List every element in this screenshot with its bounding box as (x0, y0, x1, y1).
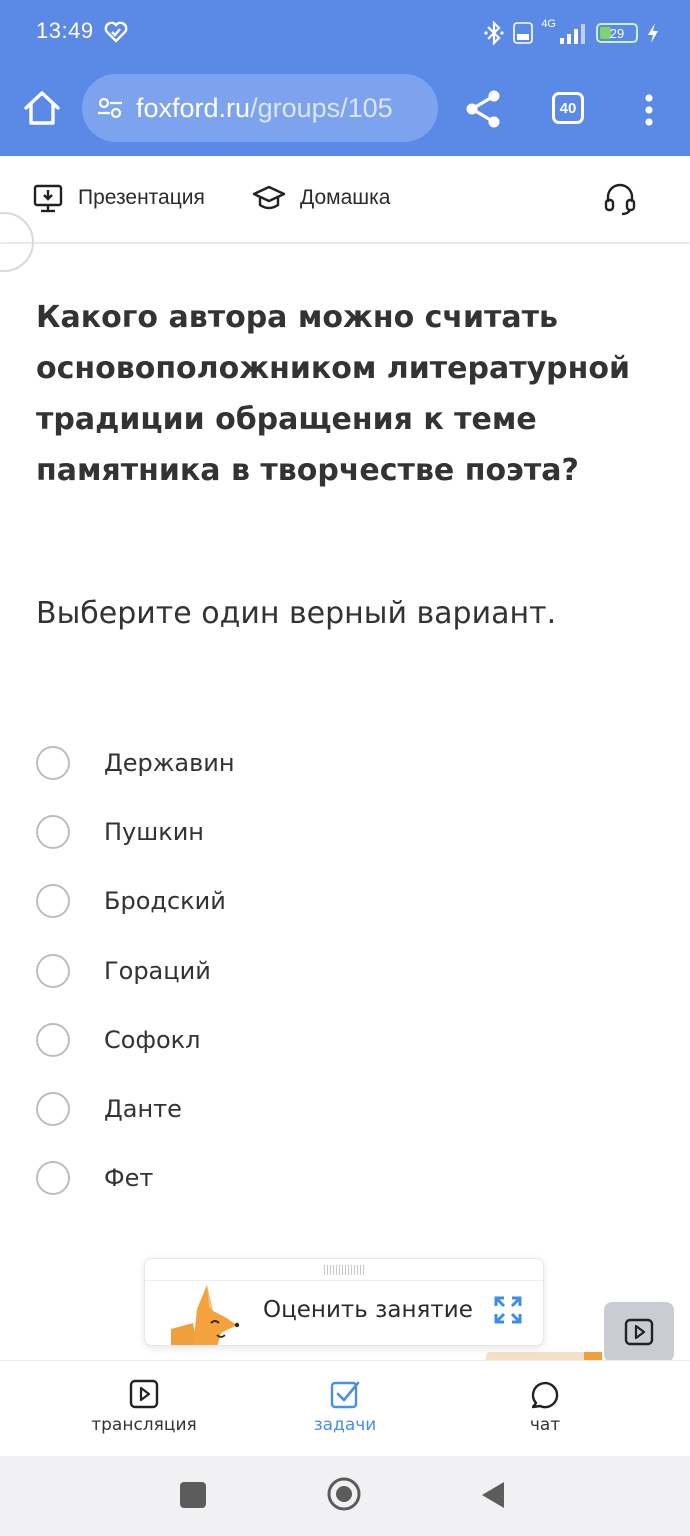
presentation-label: Презентация (78, 186, 205, 209)
status-bar: 13:49 4G 29 (0, 0, 690, 66)
bluetooth-icon (484, 20, 504, 46)
radio-button[interactable] (36, 1161, 70, 1196)
nav-broadcast[interactable]: трансляция (74, 1379, 214, 1435)
video-toggle-button[interactable] (604, 1302, 674, 1362)
radio-button[interactable] (36, 884, 70, 919)
volte-icon (513, 22, 534, 44)
radio-button[interactable] (36, 745, 70, 780)
address-bar[interactable]: foxford.ru/groups/105 (82, 74, 438, 142)
radio-button[interactable] (36, 1092, 70, 1127)
radio-button[interactable] (36, 814, 70, 849)
presentation-button[interactable]: Презентация (32, 180, 205, 216)
radio-button[interactable] (36, 1022, 70, 1057)
nav-chat-label: чат (529, 1415, 561, 1435)
option-label[interactable]: Гораций (104, 957, 211, 985)
answer-option[interactable]: Софокл (36, 1005, 656, 1074)
recent-apps-icon[interactable] (180, 1482, 206, 1508)
instruction-text: Выберите один верный вариант. (36, 596, 557, 631)
heart-check-icon (104, 21, 128, 43)
screen: 13:49 4G 29 foxford.ru/groups/105 40 Пре… (0, 0, 690, 1536)
answer-option[interactable]: Фет (36, 1144, 656, 1213)
play-icon (624, 1318, 654, 1346)
signal-icon (560, 24, 585, 44)
nav-tasks[interactable]: задачи (275, 1379, 415, 1435)
home-icon[interactable] (20, 86, 64, 130)
chat-bubble-icon (531, 1381, 559, 1409)
homework-label: Домашка (300, 186, 391, 209)
answer-option[interactable]: Данте (36, 1074, 656, 1143)
option-label[interactable]: Пушкин (104, 818, 204, 846)
bottom-navigation: трансляция задачи чат (0, 1360, 690, 1456)
browser-toolbar: foxford.ru/groups/105 40 (0, 66, 690, 156)
drag-handle[interactable] (145, 1259, 543, 1281)
answer-option[interactable]: Пушкин (36, 797, 656, 866)
homework-button[interactable]: Домашка (252, 180, 390, 216)
tasks-checkbox-icon (330, 1381, 360, 1409)
url-domain: foxford.ru (136, 92, 251, 123)
site-settings-icon[interactable] (96, 94, 124, 122)
battery-icon: 29 (596, 23, 638, 43)
option-label[interactable]: Державин (104, 749, 235, 777)
option-label[interactable]: Фет (104, 1164, 153, 1192)
option-label[interactable]: Данте (104, 1095, 182, 1123)
radio-button[interactable] (36, 953, 70, 988)
system-navigation-bar (0, 1456, 690, 1536)
url-text[interactable]: foxford.ru/groups/105 (136, 93, 393, 124)
graduation-cap-icon (252, 185, 286, 210)
nav-broadcast-label: трансляция (91, 1415, 197, 1435)
answer-option[interactable]: Бродский (36, 867, 656, 936)
nav-chat[interactable]: чат (475, 1379, 615, 1435)
rate-lesson-panel[interactable]: Оценить занятие (144, 1258, 544, 1346)
answer-option[interactable]: Гораций (36, 936, 656, 1005)
battery-level: 29 (609, 25, 625, 41)
support-headset-icon[interactable] (604, 182, 636, 216)
network-type: 4G (541, 18, 556, 30)
status-icons: 4G 29 (483, 18, 660, 48)
broadcast-play-icon (129, 1379, 159, 1409)
system-home-icon[interactable] (326, 1476, 362, 1512)
share-icon[interactable] (462, 88, 504, 130)
question-text: Какого автора можно считать основоположн… (36, 300, 631, 488)
answer-options: Державин Пушкин Бродский Гораций Софокл … (36, 728, 656, 1213)
status-time: 13:49 (36, 18, 94, 43)
nav-tasks-label: задачи (313, 1415, 377, 1435)
url-path: /groups/105 (250, 92, 393, 123)
fox-mascot-icon (171, 1285, 240, 1345)
charging-icon (648, 23, 658, 43)
answer-option[interactable]: Державин (36, 728, 656, 797)
download-presentation-icon (33, 184, 63, 213)
more-menu-icon[interactable] (636, 90, 662, 130)
option-label[interactable]: Софокл (104, 1026, 200, 1054)
expand-icon[interactable] (493, 1295, 523, 1325)
browser-header: 13:49 4G 29 foxford.ru/groups/105 40 (0, 0, 690, 156)
task-card: Какого автора можно считать основоположн… (0, 212, 690, 1360)
lesson-toolbar: Презентация Домашка (0, 156, 690, 242)
system-back-icon[interactable] (480, 1480, 506, 1510)
rate-lesson-label[interactable]: Оценить занятие (263, 1297, 473, 1323)
tabs-counter-button[interactable]: 40 (552, 92, 584, 124)
option-label[interactable]: Бродский (104, 887, 226, 915)
